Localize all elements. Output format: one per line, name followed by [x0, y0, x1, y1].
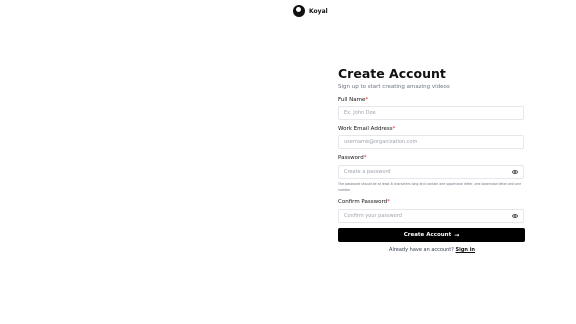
- email-field[interactable]: [338, 135, 524, 149]
- create-account-button[interactable]: Create Account →: [338, 228, 525, 242]
- brand-logo-icon: [293, 5, 305, 17]
- password-hint: The password should be at least 8 charac…: [338, 182, 522, 192]
- password-label: Password*: [338, 155, 366, 162]
- signin-row: Already have an account? Sign in: [338, 247, 526, 253]
- brand-name: Koyal: [309, 7, 328, 15]
- required-asterisk: *: [365, 97, 369, 103]
- email-label: Work Email Address*: [338, 126, 395, 133]
- password-label-text: Password: [338, 155, 364, 161]
- full-name-label: Full Name*: [338, 97, 368, 104]
- full-name-label-text: Full Name: [338, 97, 366, 103]
- eye-icon[interactable]: [512, 170, 518, 174]
- full-name-field[interactable]: [338, 106, 524, 120]
- brand[interactable]: Koyal: [293, 5, 328, 17]
- eye-icon[interactable]: [512, 214, 518, 218]
- required-asterisk: *: [387, 199, 390, 205]
- required-asterisk: *: [363, 155, 367, 161]
- confirm-password-field[interactable]: [338, 209, 524, 223]
- confirm-password-label: Confirm Password*: [338, 199, 390, 206]
- arrow-right-icon: →: [454, 231, 460, 239]
- required-asterisk: *: [392, 126, 396, 132]
- signin-prompt: Already have an account?: [389, 247, 454, 253]
- create-account-button-label: Create Account: [403, 232, 452, 238]
- password-field[interactable]: [338, 165, 524, 179]
- email-label-text: Work Email Address: [338, 126, 393, 132]
- page-subtitle: Sign up to start creating amazing videos: [338, 84, 450, 90]
- confirm-password-input[interactable]: [344, 213, 512, 219]
- create-account-form: Create Account Sign up to start creating…: [338, 66, 526, 253]
- signin-link[interactable]: Sign in: [456, 247, 475, 253]
- password-input[interactable]: [344, 169, 512, 175]
- page-title: Create Account: [338, 66, 446, 81]
- confirm-password-label-text: Confirm Password: [338, 199, 388, 205]
- email-input[interactable]: [344, 139, 518, 145]
- full-name-input[interactable]: [344, 110, 518, 116]
